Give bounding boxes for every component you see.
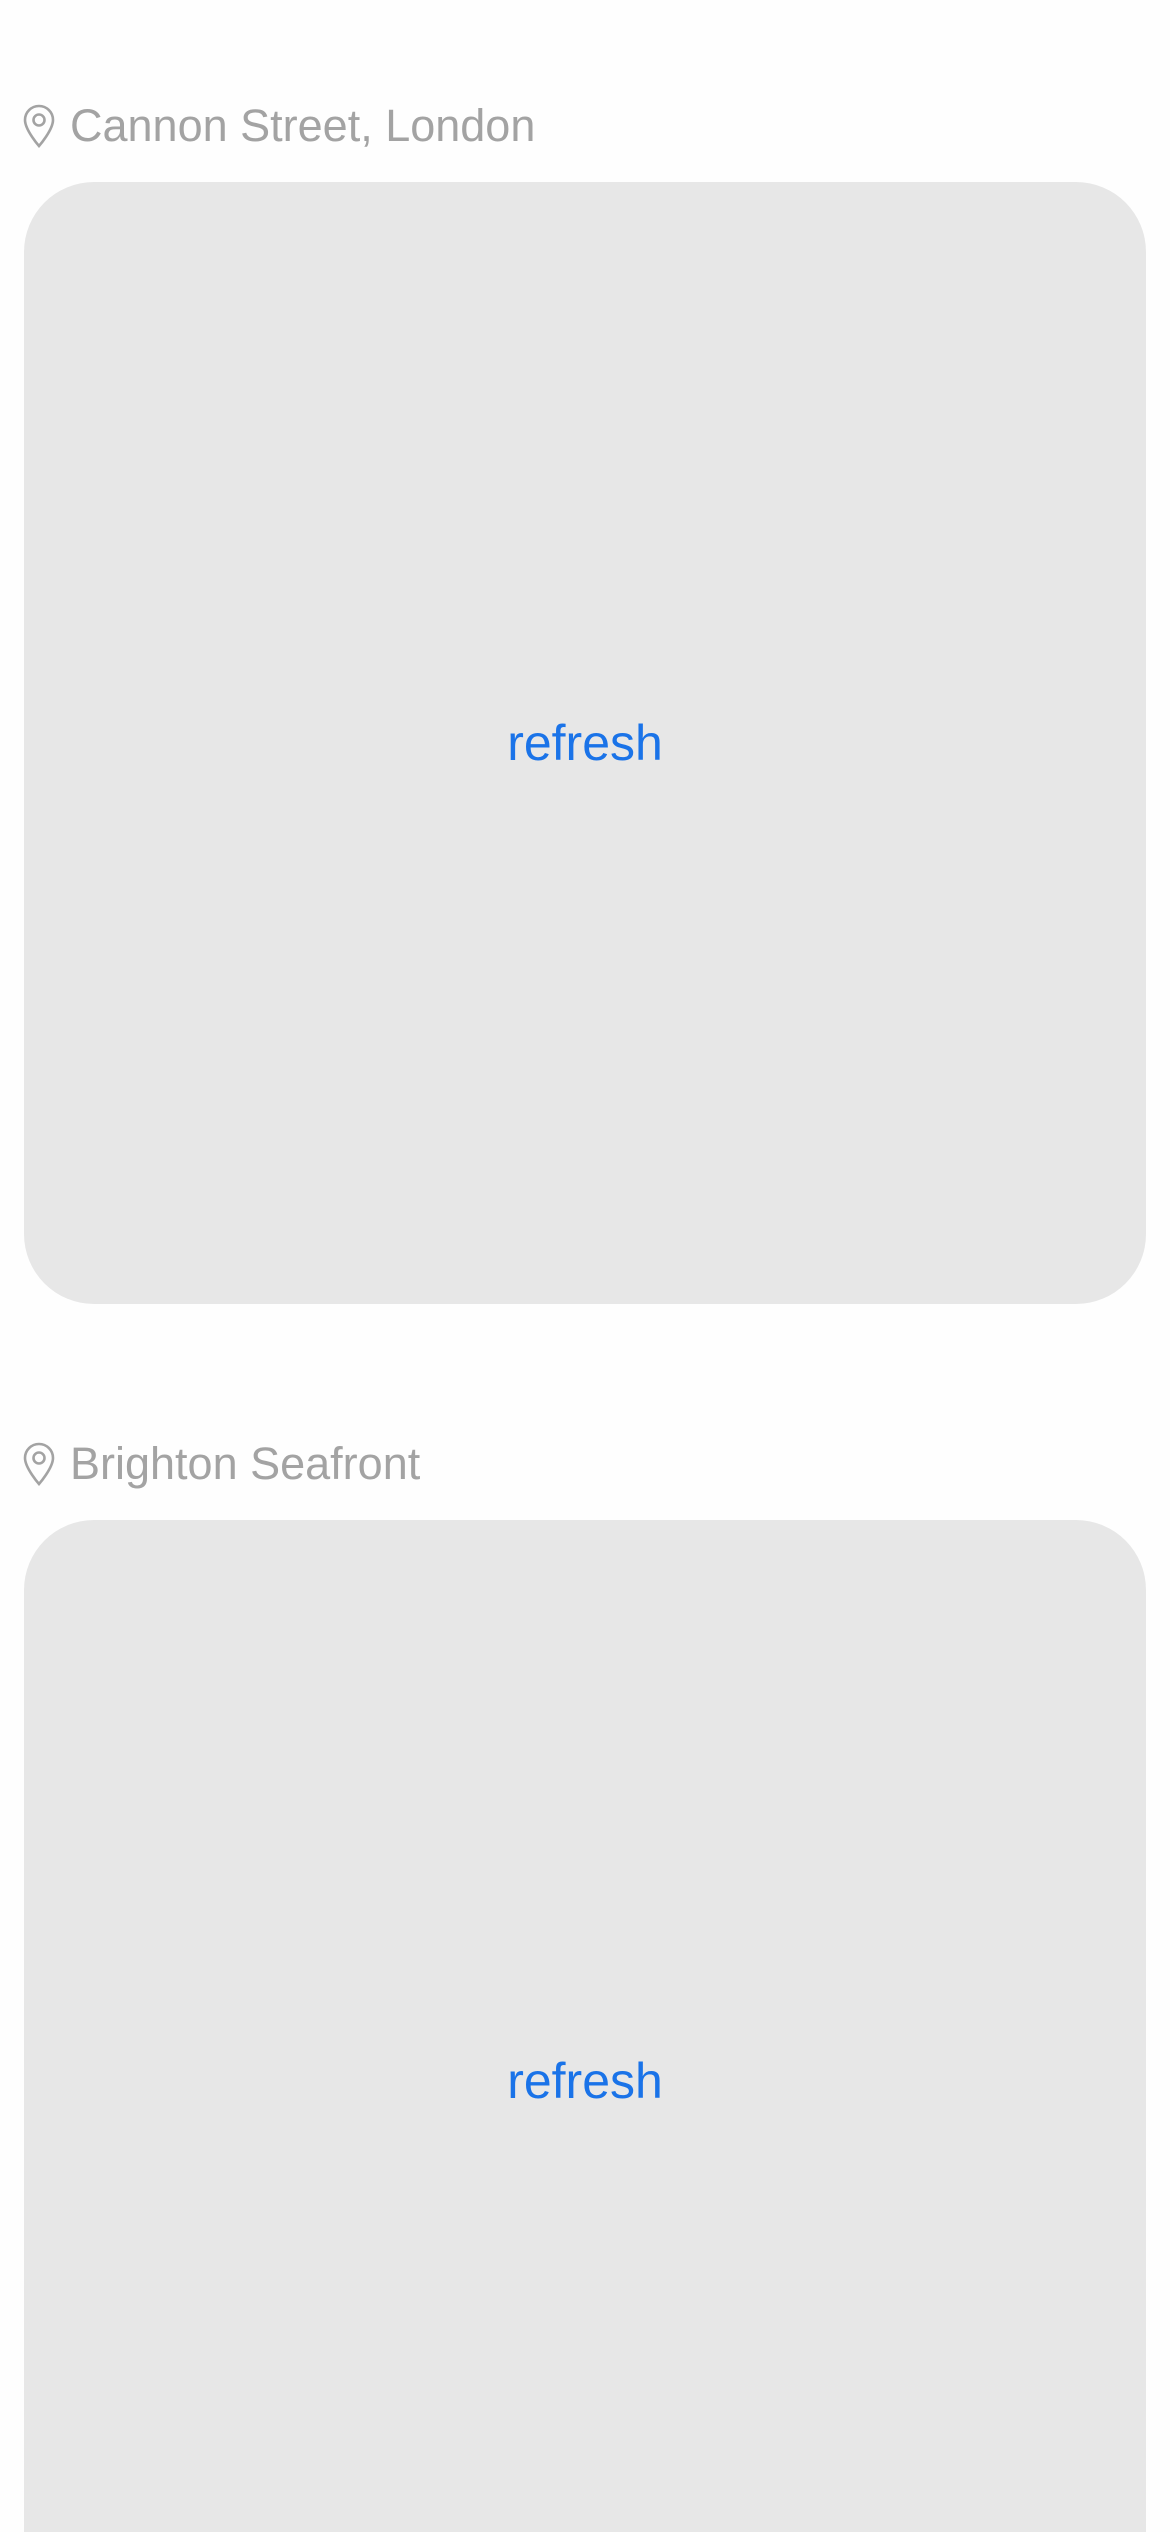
refresh-button[interactable]: refresh — [507, 713, 663, 773]
location-label: Cannon Street, London — [70, 100, 536, 151]
map-pin-icon — [22, 1442, 56, 1486]
map-pin-icon — [22, 104, 56, 148]
location-row: Brighton Seafront — [22, 1434, 420, 1494]
camera-feed-card: refresh — [24, 1520, 1146, 2532]
location-label: Brighton Seafront — [70, 1438, 421, 1489]
refresh-button[interactable]: refresh — [507, 2051, 663, 2111]
feed-screen: Cannon Street, London refresh Brighton S… — [0, 0, 1170, 2532]
location-row: Cannon Street, London — [22, 96, 535, 156]
camera-feed-card: refresh — [24, 182, 1146, 1304]
